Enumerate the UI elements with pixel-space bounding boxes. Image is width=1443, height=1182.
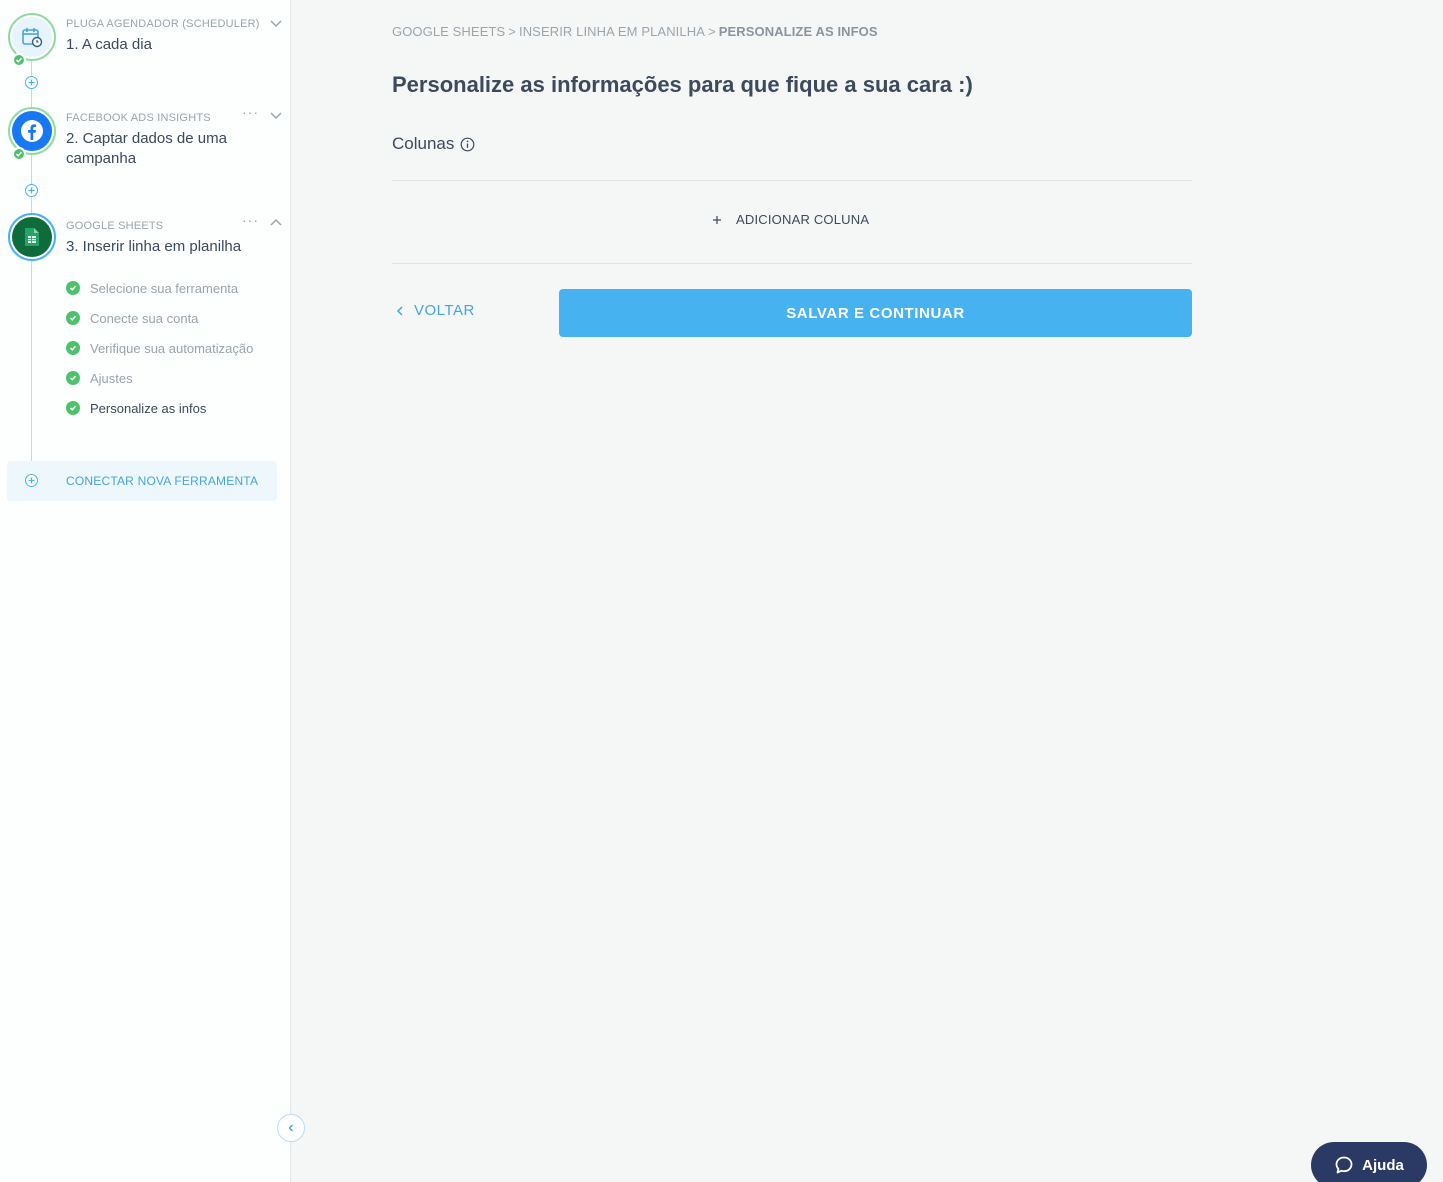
divider bbox=[392, 263, 1192, 264]
breadcrumb-item[interactable]: GOOGLE SHEETS bbox=[392, 24, 505, 39]
chevron-left-icon bbox=[288, 1124, 293, 1132]
breadcrumb-separator: > bbox=[707, 24, 716, 39]
step-icon-wrapper bbox=[8, 13, 56, 67]
check-icon bbox=[12, 147, 26, 161]
step-title: 3. Inserir linha em planilha bbox=[66, 238, 242, 255]
check-icon bbox=[66, 311, 80, 325]
breadcrumb-item[interactable]: INSERIR LINHA EM PLANILHA bbox=[519, 24, 705, 39]
substep-label: Conecte sua conta bbox=[90, 310, 199, 326]
check-icon bbox=[66, 401, 80, 415]
step-kicker: FACEBOOK ADS INSIGHTS bbox=[66, 112, 211, 124]
google-sheets-icon bbox=[12, 217, 52, 257]
columns-label: Colunas bbox=[392, 134, 455, 153]
info-icon[interactable] bbox=[460, 137, 475, 152]
breadcrumb-current: PERSONALIZE AS INFOS bbox=[718, 24, 878, 39]
page-title: Personalize as informações para que fiqu… bbox=[392, 72, 973, 97]
breadcrumb-separator: > bbox=[508, 24, 516, 39]
substep-settings[interactable]: Ajustes bbox=[66, 369, 133, 387]
divider bbox=[392, 180, 1192, 181]
plus-icon bbox=[25, 474, 38, 487]
check-icon bbox=[66, 371, 80, 385]
substep-select-tool[interactable]: Selecione sua ferramenta bbox=[66, 279, 238, 297]
breadcrumb: GOOGLE SHEETS > INSERIR LINHA EM PLANILHA >… bbox=[392, 24, 878, 39]
facebook-icon bbox=[12, 111, 52, 151]
substep-label: Ajustes bbox=[90, 370, 133, 386]
add-column-button[interactable]: ADICIONAR COLUNA bbox=[712, 212, 869, 227]
step-title: 1. A cada dia bbox=[66, 36, 152, 53]
collapse-sidebar-button[interactable] bbox=[277, 1114, 305, 1142]
substep-customize-info[interactable]: Personalize as infos bbox=[66, 399, 206, 417]
step-kicker: PLUGA AGENDADOR (SCHEDULER) bbox=[66, 18, 260, 30]
substep-label: Personalize as infos bbox=[90, 400, 207, 416]
chevron-down-icon[interactable] bbox=[269, 109, 283, 123]
substep-label: Verifique sua automatização bbox=[90, 340, 254, 356]
substep-label: Selecione sua ferramenta bbox=[90, 280, 239, 296]
sidebar: PLUGA AGENDADOR (SCHEDULER) 1. A cada di… bbox=[0, 0, 291, 1182]
columns-header: Colunas bbox=[392, 134, 475, 154]
plus-icon bbox=[713, 215, 721, 224]
step-kicker: GOOGLE SHEETS bbox=[66, 220, 164, 232]
calendar-clock-icon bbox=[12, 17, 52, 57]
connect-new-tool-label: CONECTAR NOVA FERRAMENTA bbox=[66, 474, 259, 488]
add-step-button[interactable] bbox=[25, 76, 38, 89]
check-icon bbox=[12, 53, 26, 67]
step-icon-wrapper bbox=[8, 213, 56, 261]
check-icon bbox=[66, 341, 80, 355]
connect-new-tool-button[interactable]: CONECTAR NOVA FERRAMENTA bbox=[7, 461, 277, 501]
substep-connect-account[interactable]: Conecte sua conta bbox=[66, 309, 198, 327]
check-icon bbox=[66, 281, 80, 295]
substep-verify-automation[interactable]: Verifique sua automatização bbox=[66, 339, 253, 357]
save-and-continue-button[interactable]: SALVAR E CONTINUAR bbox=[559, 289, 1192, 337]
chevron-left-icon bbox=[396, 305, 403, 316]
add-step-button[interactable] bbox=[25, 184, 38, 197]
back-label: VOLTAR bbox=[414, 302, 475, 319]
chevron-down-icon[interactable] bbox=[269, 17, 283, 31]
step-title: 2. Captar dados de uma campanha bbox=[66, 130, 227, 167]
help-button[interactable]: Ajuda bbox=[1311, 1142, 1427, 1182]
add-column-label: ADICIONAR COLUNA bbox=[736, 212, 870, 227]
more-options-button[interactable]: ··· bbox=[242, 104, 259, 120]
step-icon-wrapper bbox=[8, 107, 56, 161]
more-options-button[interactable]: ··· bbox=[242, 212, 259, 228]
back-button[interactable]: VOLTAR bbox=[396, 302, 475, 319]
help-label: Ajuda bbox=[1362, 1156, 1404, 1174]
chat-bubble-icon bbox=[1335, 1156, 1353, 1174]
chevron-up-icon[interactable] bbox=[269, 215, 283, 229]
